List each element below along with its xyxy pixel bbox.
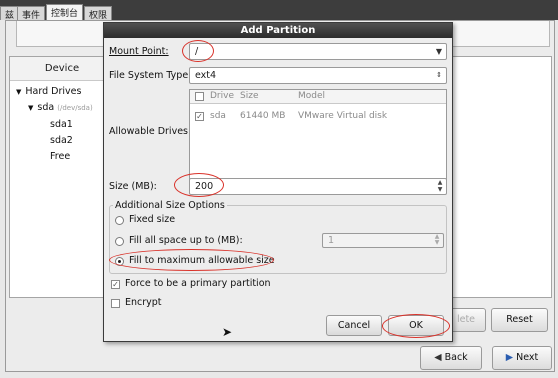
size-options-title: Additional Size Options — [113, 200, 227, 211]
expand-arrow-icon[interactable]: ▼ — [16, 88, 21, 96]
mount-point-label: Mount Point: — [109, 46, 169, 57]
expand-arrow-icon[interactable]: ▼ — [28, 104, 33, 112]
size-spinbox[interactable]: 200 ▲ ▼ — [189, 178, 447, 195]
next-label: Next — [516, 352, 539, 363]
fixed-size-label[interactable]: Fixed size — [129, 214, 175, 225]
primary-partition-checkbox[interactable]: ✓ — [111, 280, 120, 289]
encrypt-checkbox[interactable] — [111, 299, 120, 308]
annotation-ellipse-mount — [182, 40, 214, 62]
fill-up-to-label[interactable]: Fill all space up to (MB): — [129, 235, 243, 246]
back-label: Back — [444, 352, 468, 363]
tree-disk-label: sda — [37, 102, 55, 113]
tree-root-label: Hard Drives — [25, 86, 82, 97]
drive-model: VMware Virtual disk — [298, 111, 388, 121]
drive-name: sda — [210, 111, 226, 121]
next-button[interactable]: ▶ Next — [492, 346, 552, 370]
allowable-drives-list[interactable]: Drive Size Model ✓ sda 61440 MB VMware V… — [189, 89, 447, 187]
tree-disk-sda[interactable]: ▼ sda (/dev/sda) — [28, 102, 93, 113]
back-arrow-icon: ◀ — [434, 352, 445, 363]
chevron-down-icon[interactable]: ▼ — [436, 44, 442, 59]
fs-type-select[interactable]: ext4 ⇕ — [189, 67, 447, 84]
fill-up-to-value: 1 — [328, 235, 335, 246]
fill-up-to-spinbox[interactable]: 1 ▲ ▼ — [322, 233, 444, 248]
drives-list-header: Drive Size Model — [190, 90, 446, 104]
spin-arrows-icon[interactable]: ▲ ▼ — [436, 179, 444, 194]
cancel-button[interactable]: Cancel — [326, 315, 382, 336]
mouse-cursor-icon: ➤ — [222, 325, 233, 339]
tree-partition-sda2[interactable]: sda2 — [50, 135, 73, 146]
drive-size: 61440 MB — [240, 111, 286, 121]
tree-hard-drives[interactable]: ▼ Hard Drives — [16, 86, 81, 97]
back-button[interactable]: ◀ Back — [420, 346, 482, 370]
col-size[interactable]: Size — [240, 91, 258, 101]
tab-events[interactable]: 事件 — [17, 6, 46, 21]
mount-point-combo[interactable]: / ▼ — [189, 43, 447, 60]
encrypt-label[interactable]: Encrypt — [125, 297, 162, 308]
col-model[interactable]: Model — [298, 91, 325, 101]
fs-type-label: File System Type: — [109, 70, 192, 81]
allowable-drives-label: Allowable Drives: — [109, 126, 192, 137]
spin-arrows-icon[interactable]: ▲ ▼ — [433, 234, 441, 247]
primary-partition-label[interactable]: Force to be a primary partition — [125, 278, 271, 289]
annotation-ellipse-size — [174, 173, 224, 197]
device-column-header[interactable]: Device — [10, 57, 115, 81]
tab-permissions[interactable]: 权限 — [84, 6, 113, 21]
size-label: Size (MB): — [109, 181, 157, 192]
fs-type-value: ext4 — [195, 70, 217, 81]
tab-strip: 兹 事件 控制台 权限 — [0, 0, 558, 21]
dialog-title: Add Partition — [104, 23, 452, 38]
drive-row[interactable]: ✓ sda 61440 MB VMware Virtual disk — [190, 110, 446, 124]
fill-up-to-radio[interactable] — [115, 237, 124, 246]
up-down-arrows-icon[interactable]: ⇕ — [436, 68, 442, 83]
tree-free-space[interactable]: Free — [50, 151, 70, 162]
annotation-ellipse-fill-max — [109, 249, 274, 271]
col-drive[interactable]: Drive — [210, 91, 234, 101]
tree-partition-sda1[interactable]: sda1 — [50, 119, 73, 130]
tab-console[interactable]: 控制台 — [46, 4, 84, 20]
reset-button[interactable]: Reset — [491, 308, 548, 332]
screenshot-stage: 兹 事件 控制台 权限 Device ▼ Hard Drives ▼ sda (/d… — [0, 0, 558, 378]
fixed-size-radio[interactable] — [115, 216, 124, 225]
add-partition-dialog: Add Partition Mount Point: / ▼ File Syst… — [103, 22, 453, 342]
header-checkbox[interactable] — [195, 92, 204, 101]
tree-disk-path: (/dev/sda) — [57, 104, 93, 112]
next-arrow-icon: ▶ — [505, 352, 517, 363]
annotation-ellipse-ok — [382, 314, 450, 338]
drive-checkbox[interactable]: ✓ — [195, 112, 204, 121]
